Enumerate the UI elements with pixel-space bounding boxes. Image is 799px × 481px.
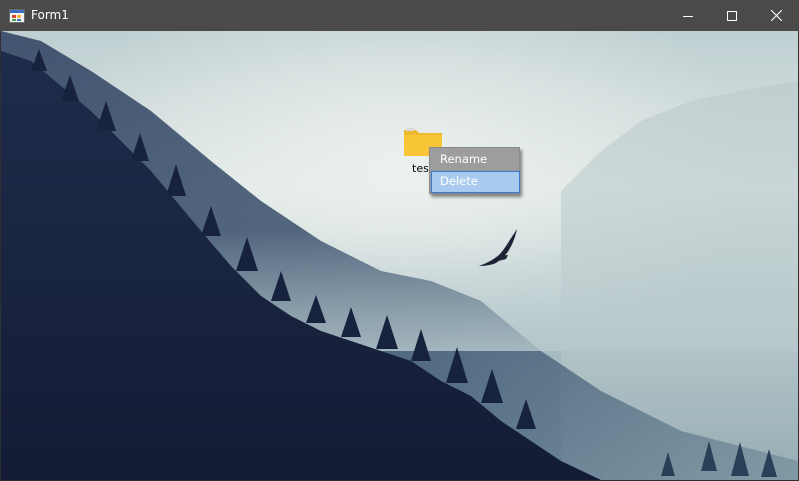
context-menu-delete[interactable]: Delete	[431, 171, 520, 193]
form-app-icon[interactable]	[9, 8, 25, 24]
close-button[interactable]	[753, 0, 799, 31]
maximize-icon	[727, 10, 737, 21]
maximize-button[interactable]	[709, 0, 755, 31]
title-bar[interactable]: Form1	[0, 0, 799, 31]
minimize-icon	[683, 11, 693, 21]
client-area[interactable]: test Rename Delete	[1, 31, 798, 480]
window-title: Form1	[31, 8, 69, 22]
context-menu-rename[interactable]: Rename	[431, 149, 520, 171]
minimize-button[interactable]	[665, 0, 711, 31]
context-menu: Rename Delete	[429, 147, 520, 194]
background-image	[1, 31, 798, 480]
app-window: Form1 test Rename Delete	[0, 0, 799, 481]
close-icon	[770, 10, 782, 21]
